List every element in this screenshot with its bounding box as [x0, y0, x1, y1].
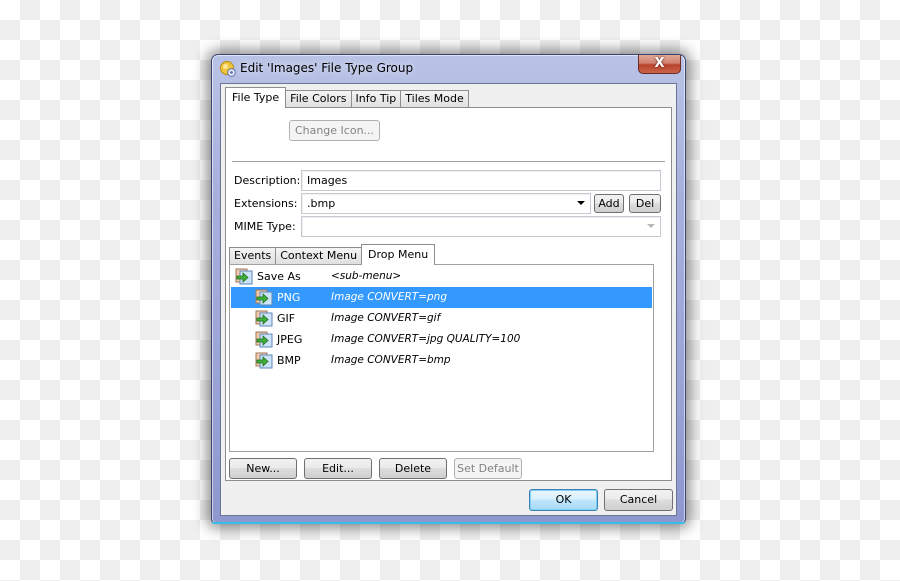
new-button[interactable]: New...	[229, 458, 297, 479]
list-item[interactable]: JPEG Image CONVERT=jpg QUALITY=100	[231, 329, 652, 350]
item-name: PNG	[277, 291, 301, 304]
tab-info-tip[interactable]: Info Tip	[350, 90, 402, 108]
item-command: Image CONVERT=jpg QUALITY=100	[331, 333, 521, 345]
item-command: Image CONVERT=bmp	[331, 354, 451, 366]
cancel-button[interactable]: Cancel	[604, 489, 673, 511]
main-tabs: File Type File Colors Info Tip Tiles Mod…	[225, 87, 469, 108]
tab-tiles-mode[interactable]: Tiles Mode	[400, 90, 469, 108]
set-default-button[interactable]: Set Default	[454, 458, 522, 479]
tab-file-colors[interactable]: File Colors	[285, 90, 352, 108]
title-bar[interactable]: Edit 'Images' File Type Group X	[212, 55, 685, 83]
list-item[interactable]: BMP Image CONVERT=bmp	[231, 350, 652, 371]
menu-tabs: Events Context Menu Drop Menu	[229, 244, 436, 265]
tab-events[interactable]: Events	[229, 247, 277, 265]
chevron-down-icon[interactable]	[577, 201, 585, 205]
tab-file-type[interactable]: File Type	[225, 87, 287, 108]
menu-action-icon	[255, 352, 273, 369]
item-name: GIF	[277, 312, 296, 325]
item-name: BMP	[277, 354, 301, 367]
delete-extension-button[interactable]: Del	[629, 194, 661, 213]
extensions-combobox[interactable]: .bmp	[301, 193, 591, 214]
mime-type-combobox[interactable]	[301, 216, 661, 237]
extensions-value: .bmp	[307, 197, 336, 210]
ok-button[interactable]: OK	[529, 489, 598, 511]
dialog-client-area: File Type File Colors Info Tip Tiles Mod…	[220, 83, 677, 516]
item-command: Image CONVERT=gif	[331, 312, 441, 324]
item-command: Image CONVERT=png	[331, 291, 447, 303]
extensions-label: Extensions:	[234, 197, 298, 210]
tab-drop-menu[interactable]: Drop Menu	[361, 244, 436, 265]
app-icon	[220, 61, 236, 77]
add-extension-button[interactable]: Add	[594, 194, 624, 213]
item-command: <sub-menu>	[331, 270, 402, 282]
menu-action-icon	[235, 268, 253, 285]
tab-context-menu[interactable]: Context Menu	[275, 247, 363, 265]
description-input[interactable]: Images	[301, 170, 661, 191]
mime-type-label: MIME Type:	[234, 220, 296, 233]
change-icon-button[interactable]: Change Icon...	[289, 120, 380, 141]
close-icon: X	[654, 56, 665, 71]
file-type-page: Change Icon... Description: Images Exten…	[225, 107, 672, 481]
description-label: Description:	[234, 174, 301, 187]
menu-action-icon	[255, 289, 273, 306]
item-name: JPEG	[277, 333, 303, 346]
drop-menu-list[interactable]: Save As <sub-menu> PNG Image CONVERT=png	[229, 264, 654, 452]
list-item[interactable]: Save As <sub-menu>	[231, 266, 652, 287]
edit-button[interactable]: Edit...	[304, 458, 372, 479]
list-item[interactable]: PNG Image CONVERT=png	[231, 287, 652, 308]
chevron-down-icon[interactable]	[647, 224, 655, 228]
window-title: Edit 'Images' File Type Group	[240, 61, 414, 75]
item-name: Save As	[257, 270, 301, 283]
delete-button[interactable]: Delete	[379, 458, 447, 479]
close-button[interactable]: X	[638, 55, 681, 74]
separator	[232, 161, 665, 163]
menu-action-icon	[255, 331, 273, 348]
menu-action-icon	[255, 310, 273, 327]
list-item[interactable]: GIF Image CONVERT=gif	[231, 308, 652, 329]
dialog-window: Edit 'Images' File Type Group X File Typ…	[211, 54, 686, 524]
